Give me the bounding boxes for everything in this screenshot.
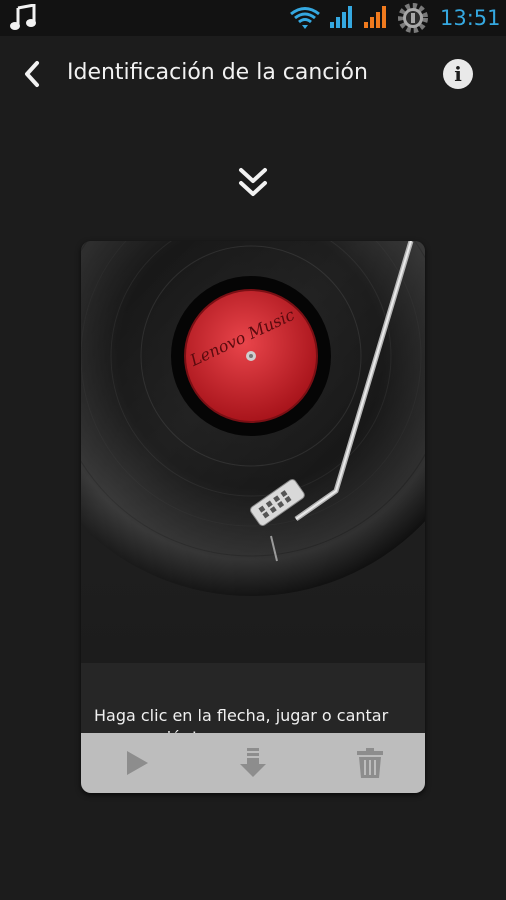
turntable-image: Lenovo Music <box>81 241 425 663</box>
caption-area: Haga clic en la flecha, jugar o cantar u… <box>81 663 425 733</box>
info-button[interactable]: i <box>443 59 473 89</box>
wifi-icon <box>290 6 320 34</box>
download-button[interactable] <box>233 745 273 781</box>
double-chevron-down-icon <box>239 168 267 196</box>
song-id-card: Lenovo Music Haga clic en la flecha, jug <box>81 241 425 793</box>
play-icon <box>127 751 148 775</box>
collapse-button[interactable] <box>233 166 273 202</box>
download-icon <box>240 748 266 777</box>
trash-icon <box>357 748 383 778</box>
delete-button[interactable] <box>350 745 390 781</box>
page-title: Identificación de la canción <box>67 60 368 85</box>
signal-2-icon <box>362 4 388 34</box>
music-note-icon <box>10 3 36 36</box>
status-bar: 13:51 <box>0 0 506 36</box>
instruction-text: Haga clic en la flecha, jugar o cantar u… <box>94 706 389 733</box>
back-button[interactable] <box>14 56 50 92</box>
control-bar <box>81 733 425 793</box>
play-button[interactable] <box>117 745 157 781</box>
info-icon: i <box>454 62 462 86</box>
signal-1-icon <box>328 4 354 34</box>
action-bar: Identificación de la canción i <box>0 36 506 112</box>
chevron-left-icon <box>25 61 39 87</box>
settings-gear-icon <box>395 1 431 39</box>
status-time: 13:51 <box>440 6 501 30</box>
